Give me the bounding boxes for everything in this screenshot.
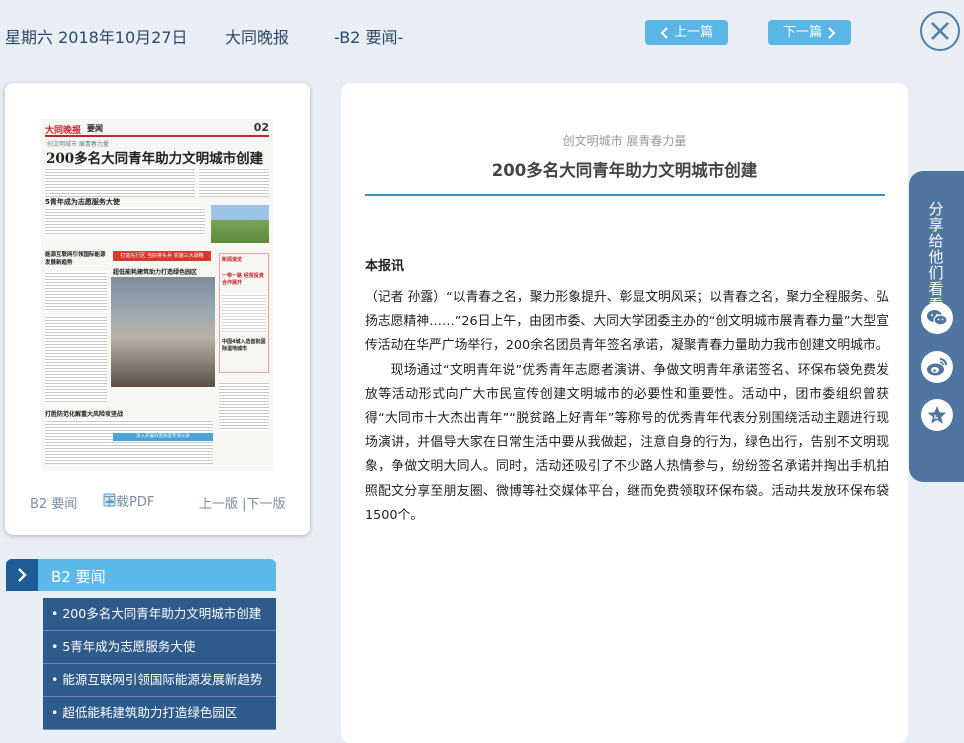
top-bar: 星期六 2018年10月27日 大同晚报 -B2 要闻- 上一篇 下一篇 (0, 0, 964, 66)
article-kicker: 创文明城市 展青春力量 (562, 134, 687, 148)
page-label: -B2 要闻- (334, 28, 404, 47)
article-paragraph: 现场通过“文明青年说”优秀青年志愿者演讲、争做文明青年承诺签名、环保布袋免费发放… (365, 362, 889, 523)
thumb-sidebar-title: 新闻速览 (222, 257, 243, 263)
share-panel: 分享给他们看看 (909, 171, 964, 482)
chevron-left-icon (660, 26, 668, 39)
thumb-sidebar-story2: 中国4城入选首批国际湿地城市 (222, 339, 266, 352)
thumb-story3: 能源互联网引领国际能源发展新趋势 (45, 252, 106, 266)
thumb-bottom-banner: 深入开展扫黑除恶专项斗争 (113, 433, 213, 441)
close-icon (931, 22, 949, 40)
page-label-link[interactable]: B2 要闻 (30, 493, 77, 512)
favorite-share-button[interactable] (921, 399, 953, 431)
next-article-button[interactable]: 下一篇 (768, 20, 851, 45)
thumb-text-block (45, 167, 195, 197)
chevron-right-icon (18, 568, 27, 582)
article-panel: 创文明城市 展青春力量 200多名大同青年助力文明城市创建 本报讯 （记者 孙露… (341, 83, 908, 743)
prev-next-page-link[interactable]: 上一版 |下一版 (199, 493, 286, 512)
article-list-item[interactable]: • 200多名大同青年助力文明城市创建 (43, 598, 276, 631)
download-pdf-label: 下载PDF (103, 494, 155, 510)
thumb-text-block (199, 167, 269, 197)
article-list-item-label: 200多名大同青年助力文明城市创建 (62, 606, 262, 621)
article-list-item-label: 超低能耗建筑助力打造绿色园区 (62, 705, 238, 720)
article-headline: 200多名大同青年助力文明城市创建 (491, 161, 758, 180)
close-button[interactable] (920, 11, 960, 51)
prev-article-button[interactable]: 上一篇 (645, 20, 728, 45)
thumb-red-banner: 打造先行区 当好排头兵 实施三大战略 (113, 251, 211, 261)
article-list-item-label: 5青年成为志愿服务大使 (62, 639, 196, 654)
thumb-sidebar-story: 一带一路 经贸投资合作展开 (222, 273, 264, 286)
thumb-headline: 200多名大同青年助力文明城市创建 (46, 151, 264, 167)
article-lead: 本报讯 (365, 259, 405, 274)
article-body: （记者 孙露）“以青春之名，聚力形象提升、彰显文明风采；以青春之名，聚力全程服务… (365, 286, 889, 528)
thumb-text-block (45, 315, 107, 403)
thumb-text-block (45, 271, 107, 311)
next-article-label: 下一篇 (782, 25, 822, 40)
weibo-icon (927, 358, 947, 376)
article-divider (365, 194, 885, 196)
page-thumbnail[interactable]: 大同晚报 要闻 02 创文明城市 展青春力量 200多名大同青年助力文明城市创建… (41, 119, 273, 471)
thumb-text-block (222, 293, 266, 333)
thumb-text-block (45, 207, 205, 235)
section-nav-title: B2 要闻 (51, 568, 106, 586)
thumb-text-block (45, 419, 213, 464)
article-list-item[interactable]: • 超低能耗建筑助力打造绿色园区 (43, 697, 276, 730)
weibo-share-button[interactable] (921, 351, 953, 383)
article-paragraph: （记者 孙露）“以青春之名，聚力形象提升、彰显文明风采；以青春之名，聚力全程服务… (365, 290, 889, 354)
thumb-section: 要闻 (87, 124, 103, 133)
thumb-story4: 打胜防范化解重大风险攻坚战 (45, 411, 124, 418)
thumb-page-no: 02 (253, 121, 269, 134)
thumb-photo (211, 205, 269, 243)
share-label: 分享给他们看看 (928, 200, 944, 313)
article-list-item[interactable]: • 能源互联网引领国际能源发展新趋势 (43, 664, 276, 697)
chevron-right-icon (828, 26, 836, 39)
download-pdf-link[interactable]: 下载PDF (103, 493, 154, 510)
thumb-subheadline: 5青年成为志愿服务大使 (45, 198, 120, 206)
star-icon (927, 406, 947, 424)
paper-name: 大同晚报 (225, 28, 290, 47)
page-card: 大同晚报 要闻 02 创文明城市 展青春力量 200多名大同青年助力文明城市创建… (5, 83, 310, 535)
prev-article-label: 上一篇 (673, 25, 713, 40)
thumb-text-block (219, 381, 269, 431)
thumb-rule (45, 135, 269, 137)
article-list-item[interactable]: • 5青年成为志愿服务大使 (43, 631, 276, 664)
thumb-main-photo (111, 277, 215, 387)
page-card-links: B2 要闻 下载PDF 上一版 |下一版 (5, 493, 310, 513)
section-nav-toggle[interactable] (6, 559, 38, 591)
date-label: 星期六 2018年10月27日 (5, 28, 188, 47)
section-nav-header[interactable]: B2 要闻 (6, 559, 276, 591)
wechat-icon (927, 310, 948, 326)
wechat-share-button[interactable] (921, 302, 953, 334)
thumb-story2: 超低能耗建筑助力打造绿色园区 (113, 269, 198, 276)
section-article-list: • 200多名大同青年助力文明城市创建 • 5青年成为志愿服务大使 • 能源互联… (43, 598, 276, 730)
thumb-sidebar: 新闻速览 一带一路 经贸投资合作展开 中国4城入选首批国际湿地城市 (219, 253, 269, 373)
article-list-item-label: 能源互联网引领国际能源发展新趋势 (62, 672, 263, 687)
